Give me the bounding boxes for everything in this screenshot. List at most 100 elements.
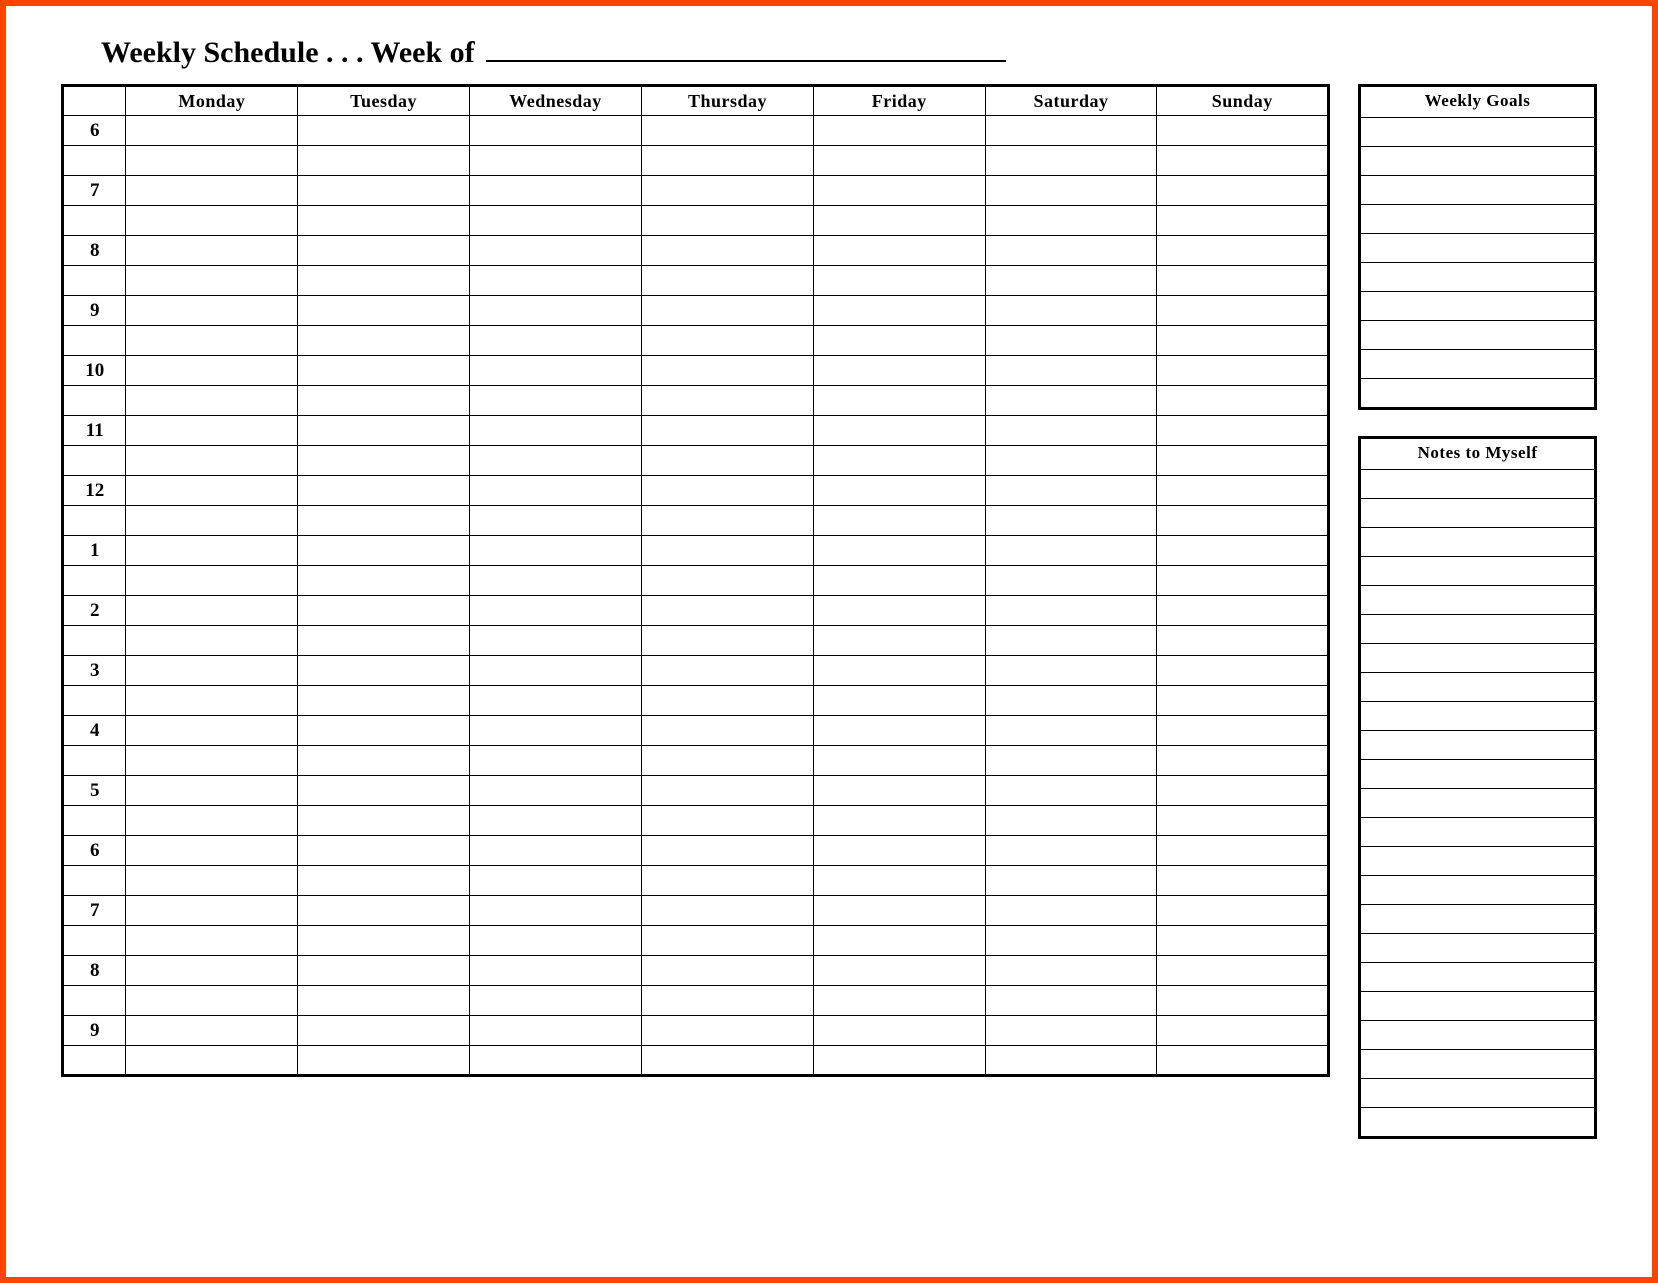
notes-line[interactable] xyxy=(1361,904,1594,933)
schedule-cell[interactable] xyxy=(469,296,641,326)
schedule-cell[interactable] xyxy=(642,896,814,926)
schedule-cell[interactable] xyxy=(985,776,1157,806)
schedule-cell[interactable] xyxy=(642,656,814,686)
schedule-cell[interactable] xyxy=(126,536,298,566)
schedule-cell[interactable] xyxy=(126,476,298,506)
schedule-cell[interactable] xyxy=(1157,866,1329,896)
schedule-cell[interactable] xyxy=(813,386,985,416)
schedule-cell[interactable] xyxy=(642,536,814,566)
schedule-cell[interactable] xyxy=(642,506,814,536)
schedule-cell[interactable] xyxy=(469,176,641,206)
schedule-cell[interactable] xyxy=(298,896,470,926)
schedule-cell[interactable] xyxy=(985,446,1157,476)
notes-line[interactable] xyxy=(1361,788,1594,817)
notes-line[interactable] xyxy=(1361,875,1594,904)
schedule-cell[interactable] xyxy=(469,206,641,236)
schedule-cell[interactable] xyxy=(642,716,814,746)
schedule-cell[interactable] xyxy=(126,596,298,626)
schedule-cell[interactable] xyxy=(813,866,985,896)
notes-line[interactable] xyxy=(1361,643,1594,672)
schedule-cell[interactable] xyxy=(469,926,641,956)
schedule-cell[interactable] xyxy=(813,356,985,386)
schedule-cell[interactable] xyxy=(985,746,1157,776)
schedule-cell[interactable] xyxy=(1157,1016,1329,1046)
schedule-cell[interactable] xyxy=(298,476,470,506)
week-of-blank[interactable] xyxy=(486,36,1006,62)
schedule-cell[interactable] xyxy=(813,686,985,716)
schedule-cell[interactable] xyxy=(642,686,814,716)
schedule-cell[interactable] xyxy=(642,926,814,956)
schedule-cell[interactable] xyxy=(1157,146,1329,176)
schedule-cell[interactable] xyxy=(985,236,1157,266)
schedule-cell[interactable] xyxy=(813,146,985,176)
schedule-cell[interactable] xyxy=(126,206,298,236)
schedule-cell[interactable] xyxy=(469,776,641,806)
schedule-cell[interactable] xyxy=(1157,296,1329,326)
schedule-cell[interactable] xyxy=(985,836,1157,866)
schedule-cell[interactable] xyxy=(298,386,470,416)
schedule-cell[interactable] xyxy=(1157,206,1329,236)
schedule-cell[interactable] xyxy=(126,1016,298,1046)
schedule-cell[interactable] xyxy=(642,746,814,776)
schedule-cell[interactable] xyxy=(298,716,470,746)
schedule-cell[interactable] xyxy=(298,806,470,836)
schedule-cell[interactable] xyxy=(642,116,814,146)
schedule-cell[interactable] xyxy=(985,416,1157,446)
schedule-cell[interactable] xyxy=(298,536,470,566)
notes-line[interactable] xyxy=(1361,498,1594,527)
schedule-cell[interactable] xyxy=(813,746,985,776)
schedule-cell[interactable] xyxy=(469,1046,641,1076)
schedule-cell[interactable] xyxy=(985,146,1157,176)
schedule-cell[interactable] xyxy=(642,296,814,326)
schedule-cell[interactable] xyxy=(298,686,470,716)
schedule-cell[interactable] xyxy=(985,1016,1157,1046)
schedule-cell[interactable] xyxy=(1157,986,1329,1016)
schedule-cell[interactable] xyxy=(1157,236,1329,266)
schedule-cell[interactable] xyxy=(813,986,985,1016)
schedule-cell[interactable] xyxy=(1157,1046,1329,1076)
schedule-cell[interactable] xyxy=(469,896,641,926)
schedule-cell[interactable] xyxy=(126,686,298,716)
schedule-cell[interactable] xyxy=(298,176,470,206)
schedule-cell[interactable] xyxy=(469,446,641,476)
schedule-cell[interactable] xyxy=(642,986,814,1016)
schedule-cell[interactable] xyxy=(985,356,1157,386)
schedule-cell[interactable] xyxy=(813,476,985,506)
schedule-cell[interactable] xyxy=(469,506,641,536)
schedule-cell[interactable] xyxy=(126,296,298,326)
schedule-cell[interactable] xyxy=(642,776,814,806)
schedule-cell[interactable] xyxy=(985,296,1157,326)
goals-line[interactable] xyxy=(1361,204,1594,233)
schedule-cell[interactable] xyxy=(126,716,298,746)
schedule-cell[interactable] xyxy=(813,596,985,626)
schedule-cell[interactable] xyxy=(126,746,298,776)
schedule-cell[interactable] xyxy=(126,386,298,416)
goals-line[interactable] xyxy=(1361,146,1594,175)
notes-line[interactable] xyxy=(1361,585,1594,614)
schedule-cell[interactable] xyxy=(813,1046,985,1076)
schedule-cell[interactable] xyxy=(469,866,641,896)
notes-line[interactable] xyxy=(1361,846,1594,875)
schedule-cell[interactable] xyxy=(469,686,641,716)
schedule-cell[interactable] xyxy=(126,806,298,836)
schedule-cell[interactable] xyxy=(469,956,641,986)
schedule-cell[interactable] xyxy=(298,506,470,536)
schedule-cell[interactable] xyxy=(1157,956,1329,986)
schedule-cell[interactable] xyxy=(126,326,298,356)
schedule-cell[interactable] xyxy=(642,146,814,176)
schedule-cell[interactable] xyxy=(642,326,814,356)
schedule-cell[interactable] xyxy=(126,776,298,806)
schedule-cell[interactable] xyxy=(985,986,1157,1016)
schedule-cell[interactable] xyxy=(126,866,298,896)
notes-line[interactable] xyxy=(1361,556,1594,585)
schedule-cell[interactable] xyxy=(642,806,814,836)
schedule-cell[interactable] xyxy=(813,626,985,656)
schedule-cell[interactable] xyxy=(985,326,1157,356)
schedule-cell[interactable] xyxy=(126,416,298,446)
notes-line[interactable] xyxy=(1361,730,1594,759)
schedule-cell[interactable] xyxy=(298,266,470,296)
notes-line[interactable] xyxy=(1361,672,1594,701)
schedule-cell[interactable] xyxy=(642,956,814,986)
schedule-cell[interactable] xyxy=(642,236,814,266)
schedule-cell[interactable] xyxy=(298,146,470,176)
